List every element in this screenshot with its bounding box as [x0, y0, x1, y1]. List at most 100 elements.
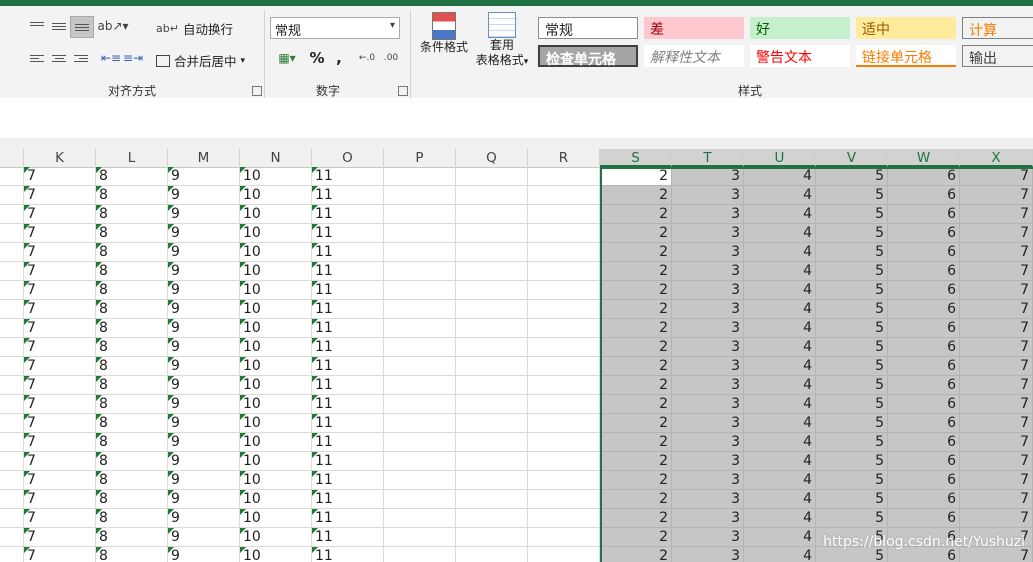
cell-w[interactable]: 6: [888, 471, 960, 490]
cell-k[interactable]: 7: [24, 528, 96, 547]
cell-q[interactable]: [456, 395, 528, 414]
cell-m[interactable]: 9: [168, 243, 240, 262]
column-header-k[interactable]: K: [24, 149, 96, 167]
column-header-u[interactable]: U: [744, 149, 816, 167]
cell-m[interactable]: 9: [168, 395, 240, 414]
cell-o[interactable]: 11: [312, 528, 384, 547]
cell-style-9[interactable]: 链接单元格: [856, 45, 956, 67]
cell-u[interactable]: 4: [744, 395, 816, 414]
cell-p[interactable]: [384, 338, 456, 357]
cell-x[interactable]: 7: [960, 262, 1033, 281]
cell-s[interactable]: 2: [600, 262, 672, 281]
cell-q[interactable]: [456, 547, 528, 562]
cell-m[interactable]: 9: [168, 452, 240, 471]
row-header[interactable]: [0, 205, 24, 224]
cell-r[interactable]: [528, 205, 600, 224]
column-header-v[interactable]: V: [816, 149, 888, 167]
cell-q[interactable]: [456, 300, 528, 319]
cell-n[interactable]: 10: [240, 262, 312, 281]
cell-s[interactable]: 2: [600, 547, 672, 562]
row-header[interactable]: [0, 300, 24, 319]
cell-u[interactable]: 4: [744, 490, 816, 509]
cell-s[interactable]: 2: [600, 490, 672, 509]
cell-u[interactable]: 4: [744, 414, 816, 433]
cell-o[interactable]: 11: [312, 414, 384, 433]
row-header[interactable]: [0, 452, 24, 471]
cell-q[interactable]: [456, 205, 528, 224]
column-header-q[interactable]: Q: [456, 149, 528, 167]
cell-k[interactable]: 7: [24, 452, 96, 471]
cell-style-1[interactable]: 常规: [538, 17, 638, 39]
cell-u[interactable]: 4: [744, 224, 816, 243]
cell-o[interactable]: 11: [312, 471, 384, 490]
cell-x[interactable]: 7: [960, 376, 1033, 395]
cell-w[interactable]: 6: [888, 357, 960, 376]
cell-u[interactable]: 4: [744, 547, 816, 562]
cell-o[interactable]: 11: [312, 167, 384, 186]
align-right-icon[interactable]: [70, 48, 92, 68]
cell-r[interactable]: [528, 319, 600, 338]
cell-x[interactable]: 7: [960, 319, 1033, 338]
cell-style-8[interactable]: 警告文本: [750, 45, 850, 67]
cell-n[interactable]: 10: [240, 490, 312, 509]
cell-l[interactable]: 8: [96, 547, 168, 562]
cell-k[interactable]: 7: [24, 547, 96, 562]
row-header[interactable]: [0, 243, 24, 262]
cell-q[interactable]: [456, 243, 528, 262]
cell-p[interactable]: [384, 262, 456, 281]
cell-r[interactable]: [528, 338, 600, 357]
column-header-p[interactable]: P: [384, 149, 456, 167]
cell-k[interactable]: 7: [24, 490, 96, 509]
row-header[interactable]: [0, 547, 24, 562]
row-header[interactable]: [0, 167, 24, 186]
cell-r[interactable]: [528, 243, 600, 262]
cell-p[interactable]: [384, 205, 456, 224]
cell-p[interactable]: [384, 186, 456, 205]
cell-p[interactable]: [384, 224, 456, 243]
cell-v[interactable]: 5: [816, 243, 888, 262]
cell-w[interactable]: 6: [888, 490, 960, 509]
cell-q[interactable]: [456, 433, 528, 452]
cell-k[interactable]: 7: [24, 224, 96, 243]
cell-q[interactable]: [456, 338, 528, 357]
cell-t[interactable]: 3: [672, 281, 744, 300]
cell-w[interactable]: 6: [888, 243, 960, 262]
cell-x[interactable]: 7: [960, 243, 1033, 262]
cell-m[interactable]: 9: [168, 357, 240, 376]
accounting-format-icon[interactable]: ▦▾: [272, 48, 302, 68]
cell-r[interactable]: [528, 395, 600, 414]
cell-style-3[interactable]: 好: [750, 17, 850, 39]
cell-q[interactable]: [456, 281, 528, 300]
cell-m[interactable]: 9: [168, 281, 240, 300]
cell-l[interactable]: 8: [96, 224, 168, 243]
cell-v[interactable]: 5: [816, 490, 888, 509]
cell-n[interactable]: 10: [240, 338, 312, 357]
column-header-w[interactable]: W: [888, 149, 960, 167]
cell-l[interactable]: 8: [96, 471, 168, 490]
cell-k[interactable]: 7: [24, 243, 96, 262]
cell-q[interactable]: [456, 509, 528, 528]
cell-n[interactable]: 10: [240, 414, 312, 433]
cell-o[interactable]: 11: [312, 395, 384, 414]
cell-t[interactable]: 3: [672, 490, 744, 509]
cell-t[interactable]: 3: [672, 433, 744, 452]
cell-n[interactable]: 10: [240, 452, 312, 471]
cell-r[interactable]: [528, 414, 600, 433]
cell-r[interactable]: [528, 528, 600, 547]
cell-n[interactable]: 10: [240, 205, 312, 224]
cell-w[interactable]: 6: [888, 167, 960, 186]
cell-t[interactable]: 3: [672, 300, 744, 319]
cell-p[interactable]: [384, 414, 456, 433]
cell-n[interactable]: 10: [240, 547, 312, 562]
cell-o[interactable]: 11: [312, 186, 384, 205]
cell-m[interactable]: 9: [168, 224, 240, 243]
cell-w[interactable]: 6: [888, 414, 960, 433]
cell-k[interactable]: 7: [24, 262, 96, 281]
cell-q[interactable]: [456, 376, 528, 395]
align-center-icon[interactable]: [48, 48, 70, 68]
row-header[interactable]: [0, 319, 24, 338]
cell-q[interactable]: [456, 528, 528, 547]
cell-k[interactable]: 7: [24, 167, 96, 186]
cell-k[interactable]: 7: [24, 300, 96, 319]
cell-p[interactable]: [384, 509, 456, 528]
